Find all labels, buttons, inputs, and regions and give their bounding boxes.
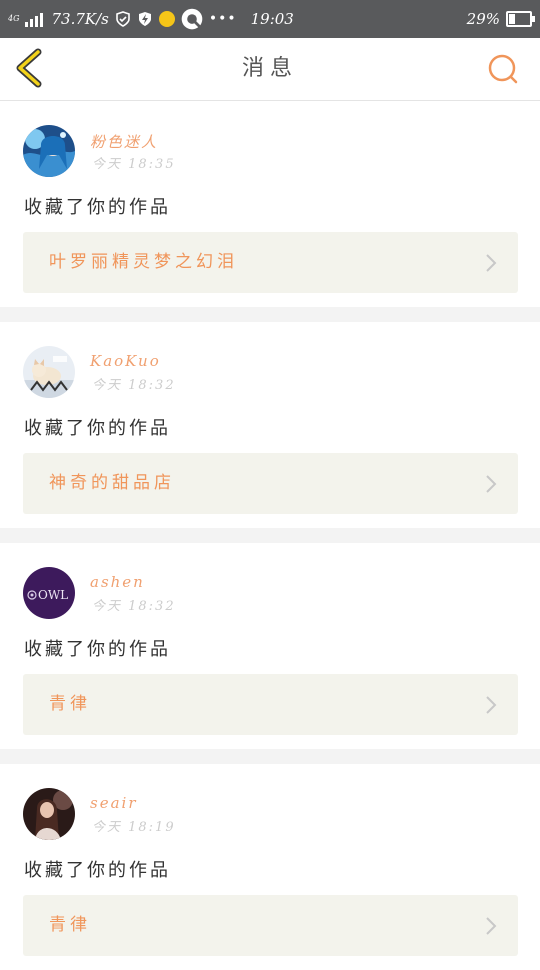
card-separator [0, 307, 540, 322]
work-title: 叶罗丽精灵梦之幻泪 [49, 252, 238, 272]
sender-name[interactable]: 粉色迷人 [90, 131, 158, 152]
chevron-right-icon [486, 917, 497, 935]
work-title: 青律 [49, 694, 91, 714]
app-notification-icon [181, 8, 203, 30]
message-card: seair 今天 18:19 收藏了你的作品 青律 [0, 764, 540, 970]
security-bolt-icon [138, 12, 151, 26]
message-time: 今天 18:32 [92, 378, 176, 393]
message-card: 粉色迷人 今天 18:35 收藏了你的作品 叶罗丽精灵梦之幻泪 [0, 101, 540, 307]
network-speed: 73.7K/s [51, 10, 109, 28]
sender-name[interactable]: KaoKuo [90, 352, 161, 370]
battery-percent: 29% [466, 10, 500, 28]
signal-strength-icon [25, 11, 44, 27]
work-link[interactable]: 青律 [23, 895, 518, 956]
work-link[interactable]: 神奇的甜品店 [23, 453, 518, 514]
message-time: 今天 18:35 [92, 157, 176, 172]
chevron-right-icon [486, 696, 497, 714]
chevron-right-icon [486, 475, 497, 493]
owl-logo-avatar[interactable]: OWL [23, 567, 75, 619]
message-card: OWL ashen 今天 18:32 收藏了你的作品 青律 [0, 543, 540, 749]
status-bar-right: 29% [466, 0, 535, 38]
chevron-right-icon [486, 254, 497, 272]
portrait-avatar[interactable] [23, 788, 75, 840]
card-separator [0, 528, 540, 543]
status-bar: 4G 73.7K/s ••• 19:03 29% [0, 0, 540, 38]
message-action-text: 收藏了你的作品 [24, 860, 171, 881]
sender-name[interactable]: seair [90, 794, 138, 812]
battery-icon [506, 11, 535, 27]
svg-text:OWL: OWL [38, 588, 68, 602]
message-time: 今天 18:19 [92, 820, 176, 835]
work-link[interactable]: 青律 [23, 674, 518, 735]
yellow-dot-icon [158, 11, 175, 27]
cat-avatar[interactable] [23, 346, 75, 398]
card-separator [0, 749, 540, 764]
sender-name[interactable]: ashen [90, 573, 145, 591]
message-action-text: 收藏了你的作品 [24, 418, 171, 439]
message-time: 今天 18:32 [92, 599, 176, 614]
app-header: 消息 [0, 38, 540, 101]
network-type-label: 4G [8, 14, 20, 23]
status-bar-left: 4G 73.7K/s ••• 19:03 [8, 0, 294, 38]
message-action-text: 收藏了你的作品 [24, 639, 171, 660]
page-title: 消息 [241, 56, 298, 81]
message-list: 粉色迷人 今天 18:35 收藏了你的作品 叶罗丽精灵梦之幻泪 KaoKuo 今… [0, 101, 540, 970]
work-title: 神奇的甜品店 [49, 473, 175, 493]
notification-shield-icon [116, 11, 130, 27]
work-title: 青律 [49, 915, 91, 935]
message-card: KaoKuo 今天 18:32 收藏了你的作品 神奇的甜品店 [0, 322, 540, 528]
work-link[interactable]: 叶罗丽精灵梦之幻泪 [23, 232, 518, 293]
anime-girl-avatar[interactable] [23, 125, 75, 177]
clock: 19:03 [250, 10, 294, 28]
search-icon[interactable] [486, 52, 520, 86]
message-action-text: 收藏了你的作品 [24, 197, 171, 218]
more-notifications-icon: ••• [208, 11, 237, 27]
